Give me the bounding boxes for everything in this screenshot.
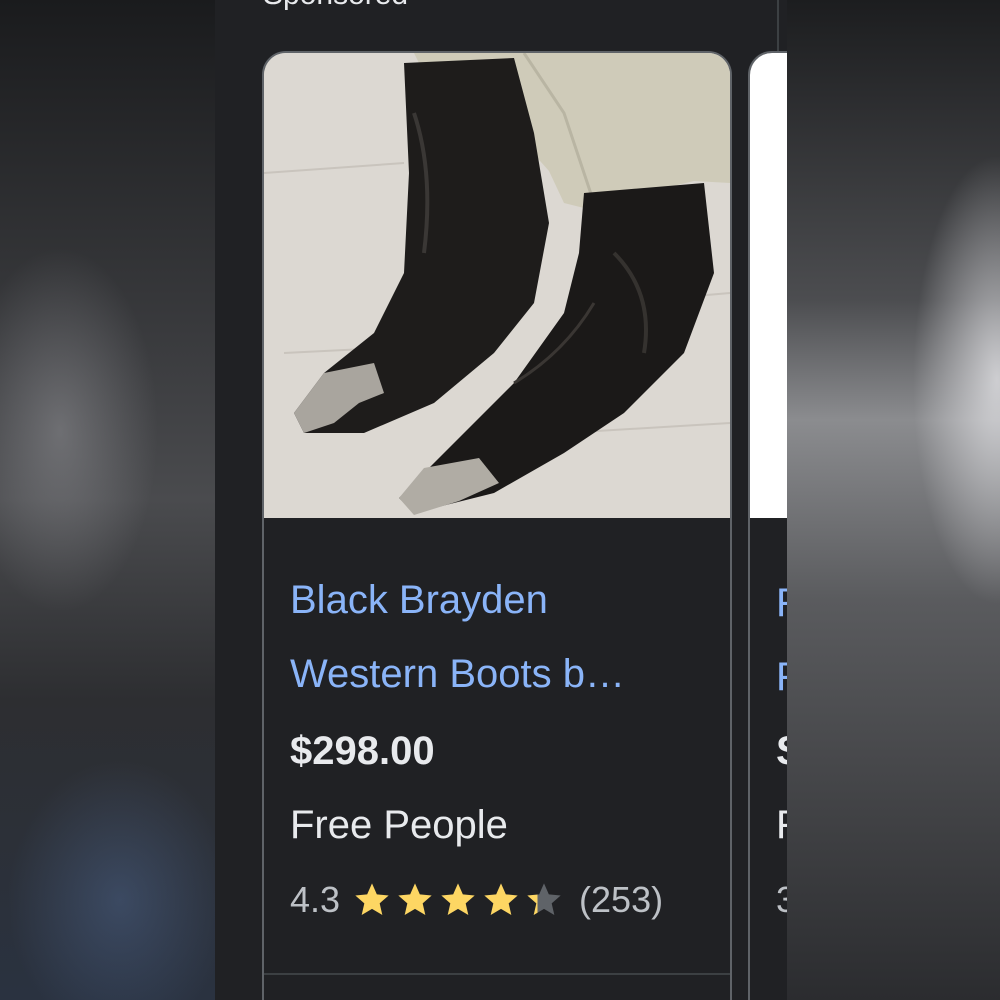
blurred-background-right [787,0,1000,1000]
next-product-image[interactable] [750,53,787,518]
star-icon [441,883,475,915]
product-price: $298.00 [290,729,435,773]
product-card[interactable]: Black Brayden Western Boots b… $298.00 F… [262,51,732,1000]
next-product-price: S [776,729,787,774]
product-title[interactable]: Black Brayden Western Boots b… [290,563,710,711]
next-product-merchant: F [776,803,787,848]
next-product-title-line-2[interactable]: F [776,655,787,700]
shopping-results-panel: Sponsored Black Brayden [215,0,787,1000]
star-icon [484,883,518,915]
star-rating [352,880,567,920]
review-count: (253) [579,879,664,920]
section-title: Sponsored [263,0,408,12]
product-title-line-1[interactable]: Black Brayden [290,563,710,637]
star-icon [527,883,561,915]
card-divider [264,973,730,975]
next-product-rating: 3 [776,879,787,921]
rating-value: 4.3 [290,879,341,920]
next-product-title-line-1[interactable]: F [776,581,787,626]
star-icon [398,883,432,915]
next-product-card[interactable]: F F S F 3 [748,51,787,1000]
merchant-name: Free People [290,803,508,847]
boots-photo-icon [264,53,730,518]
product-title-line-2[interactable]: Western Boots b… [290,637,710,711]
product-image[interactable] [264,53,730,518]
blurred-background-left [0,0,215,1000]
star-icon [355,883,389,915]
rating: 4.3 (253) [290,875,663,925]
